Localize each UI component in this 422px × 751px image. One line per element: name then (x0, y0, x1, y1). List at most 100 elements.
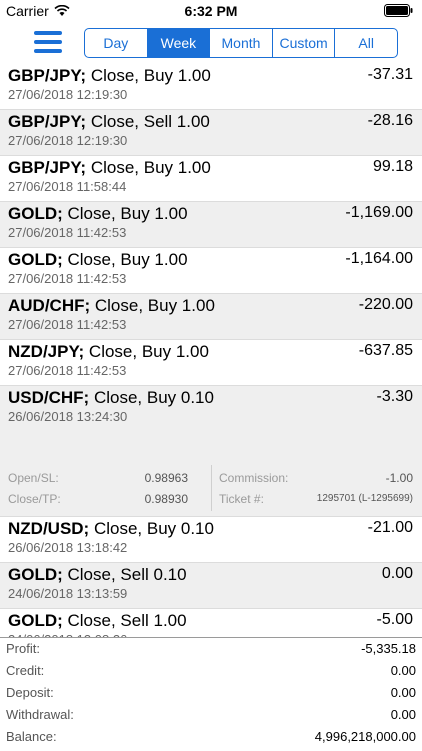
trade-description: Close, Buy 1.00 (84, 342, 209, 361)
tab-month[interactable]: Month (209, 29, 272, 57)
trade-details: Open/SL: 0.98963 Close/TP: 0.98930 Commissio… (0, 465, 422, 515)
trade-date: 27/06/2018 11:58:44 (8, 179, 127, 194)
trade-date: 24/06/2018 13:13:59 (8, 586, 128, 601)
totals-value: 4,996,218,000.00 (314, 729, 416, 744)
ticket-label: Ticket #: (219, 492, 264, 506)
trade-title: GOLD; Close, Buy 1.00 (8, 250, 188, 270)
trade-symbol: GOLD; (8, 204, 63, 223)
totals-row-credit: Credit: 0.00 (0, 660, 422, 682)
trade-symbol: GOLD; (8, 250, 63, 269)
period-segmented-control: Day Week Month Custom All (84, 28, 398, 58)
trade-date: 27/06/2018 12:19:30 (8, 133, 128, 148)
trade-row[interactable]: GOLD; Close, Buy 1.00 27/06/2018 11:42:53… (0, 202, 422, 248)
trade-row[interactable]: GBP/JPY; Close, Buy 1.00 27/06/2018 11:58… (0, 156, 422, 202)
totals-row-withdrawal: Withdrawal: 0.00 (0, 704, 422, 726)
close-tp-value: 0.98930 (144, 492, 188, 506)
totals-value: 0.00 (390, 685, 416, 700)
trade-profit: -1,164.00 (345, 250, 413, 267)
trade-description: Close, Buy 1.00 (90, 296, 215, 315)
tab-custom[interactable]: Custom (271, 29, 335, 57)
open-sl-value: 0.98963 (144, 471, 188, 485)
totals-panel: Profit: -5,335.18 Credit: 0.00 Deposit: 0.00 W… (0, 637, 422, 751)
trade-row[interactable]: NZD/USD; Close, Buy 0.10 26/06/2018 13:18… (0, 517, 422, 563)
trade-row[interactable]: GOLD; Close, Sell 0.10 24/06/2018 13:13:5… (0, 563, 422, 609)
clock: 6:32 PM (184, 3, 238, 19)
trade-profit: -5.00 (376, 611, 413, 628)
trade-profit: -637.85 (358, 342, 413, 359)
trade-row[interactable]: GOLD; Close, Buy 1.00 27/06/2018 11:42:53… (0, 248, 422, 294)
totals-label: Deposit: (6, 685, 54, 700)
trade-title: GOLD; Close, Sell 0.10 (8, 565, 187, 585)
trade-profit: 99.18 (372, 158, 413, 175)
trade-description: Close, Sell 1.00 (86, 112, 210, 131)
trade-description: Close, Sell 1.00 (62, 611, 187, 630)
trade-row[interactable]: GBP/JPY; Close, Sell 1.00 27/06/2018 12:1… (0, 110, 422, 156)
trade-date: 27/06/2018 11:42:53 (8, 317, 127, 332)
tab-all[interactable]: All (334, 29, 397, 57)
totals-row-deposit: Deposit: 0.00 (0, 682, 422, 704)
trade-row[interactable]: GBP/JPY; Close, Buy 1.00 27/06/2018 12:19… (0, 64, 422, 110)
totals-label: Credit: (6, 663, 45, 678)
trade-title: GOLD; Close, Buy 1.00 (8, 204, 188, 224)
trade-date: 27/06/2018 11:42:53 (8, 271, 127, 286)
trade-title: AUD/CHF; Close, Buy 1.00 (8, 296, 215, 316)
trade-symbol: USD/CHF; (8, 388, 90, 407)
trade-title: GBP/JPY; Close, Buy 1.00 (8, 66, 211, 86)
trade-symbol: GBP/JPY; (8, 66, 87, 85)
totals-label: Profit: (6, 641, 40, 656)
details-divider (211, 465, 212, 511)
totals-label: Withdrawal: (6, 707, 74, 722)
trade-row[interactable]: GOLD; Close, Sell 1.0024/06/2018 13:08:2… (0, 609, 422, 637)
trade-row[interactable]: NZD/JPY; Close, Buy 1.00 27/06/2018 11:42… (0, 340, 422, 386)
trade-profit: -37.31 (367, 66, 413, 83)
trade-symbol: GOLD; (8, 611, 63, 630)
trade-symbol: GOLD; (8, 565, 63, 584)
tab-week[interactable]: Week (146, 29, 210, 57)
hamburger-menu-icon[interactable] (34, 31, 62, 53)
trade-profit: 0.00 (381, 565, 413, 582)
trade-title: GBP/JPY; Close, Buy 1.00 (8, 158, 211, 178)
trade-date: 26/06/2018 13:24:30 (8, 409, 128, 424)
trade-row[interactable]: USD/CHF; Close, Buy 0.10 26/06/2018 13:24… (0, 386, 422, 517)
commission-value: -1.00 (385, 471, 413, 485)
trade-profit: -3.30 (376, 388, 413, 405)
trade-symbol: AUD/CHF; (8, 296, 91, 315)
totals-row-balance: Balance: 4,996,218,000.00 (0, 726, 422, 748)
trade-date: 27/06/2018 12:19:30 (8, 87, 128, 102)
trade-date: 27/06/2018 11:42:53 (8, 363, 127, 378)
trade-profit: -220.00 (358, 296, 413, 313)
trade-symbol: GBP/JPY; (8, 112, 87, 131)
tab-day[interactable]: Day (85, 29, 147, 57)
trade-title: USD/CHF; Close, Buy 0.10 (8, 388, 214, 408)
totals-value: -5,335.18 (361, 641, 416, 656)
history-list[interactable]: GBP/JPY; Close, Buy 1.00 27/06/2018 12:19… (0, 64, 422, 637)
trade-profit: -28.16 (367, 112, 413, 129)
battery-icon (384, 4, 414, 22)
status-bar: Carrier 6:32 PM (0, 0, 422, 22)
trade-title: NZD/JPY; Close, Buy 1.00 (8, 342, 209, 362)
trade-symbol: GBP/JPY; (8, 158, 87, 177)
trade-description: Close, Buy 0.10 (89, 388, 214, 407)
trade-date: 27/06/2018 11:42:53 (8, 225, 127, 240)
trade-description: Close, Sell 0.10 (62, 565, 187, 584)
trade-row[interactable]: AUD/CHF; Close, Buy 1.00 27/06/2018 11:42… (0, 294, 422, 340)
totals-value: 0.00 (390, 663, 416, 678)
totals-label: Balance: (6, 729, 57, 744)
trade-description: Close, Buy 1.00 (62, 204, 188, 223)
open-sl-label: Open/SL: (8, 471, 59, 485)
trade-symbol: NZD/JPY; (8, 342, 85, 361)
trade-title: NZD/USD; Close, Buy 0.10 (8, 519, 214, 539)
trade-description: Close, Buy 0.10 (89, 519, 214, 538)
totals-value: 0.00 (390, 707, 416, 722)
trade-description: Close, Buy 1.00 (86, 158, 211, 177)
trade-title: GOLD; Close, Sell 1.00 (8, 611, 187, 631)
close-tp-label: Close/TP: (8, 492, 61, 506)
commission-label: Commission: (219, 471, 289, 485)
nav-bar: Day Week Month Custom All (0, 22, 422, 64)
trade-profit: -1,169.00 (345, 204, 413, 221)
trade-description: Close, Buy 1.00 (86, 66, 211, 85)
trade-description: Close, Buy 1.00 (62, 250, 188, 269)
trade-date: 26/06/2018 13:18:42 (8, 540, 128, 555)
trade-title: GBP/JPY; Close, Sell 1.00 (8, 112, 210, 132)
trade-profit: -21.00 (367, 519, 413, 536)
